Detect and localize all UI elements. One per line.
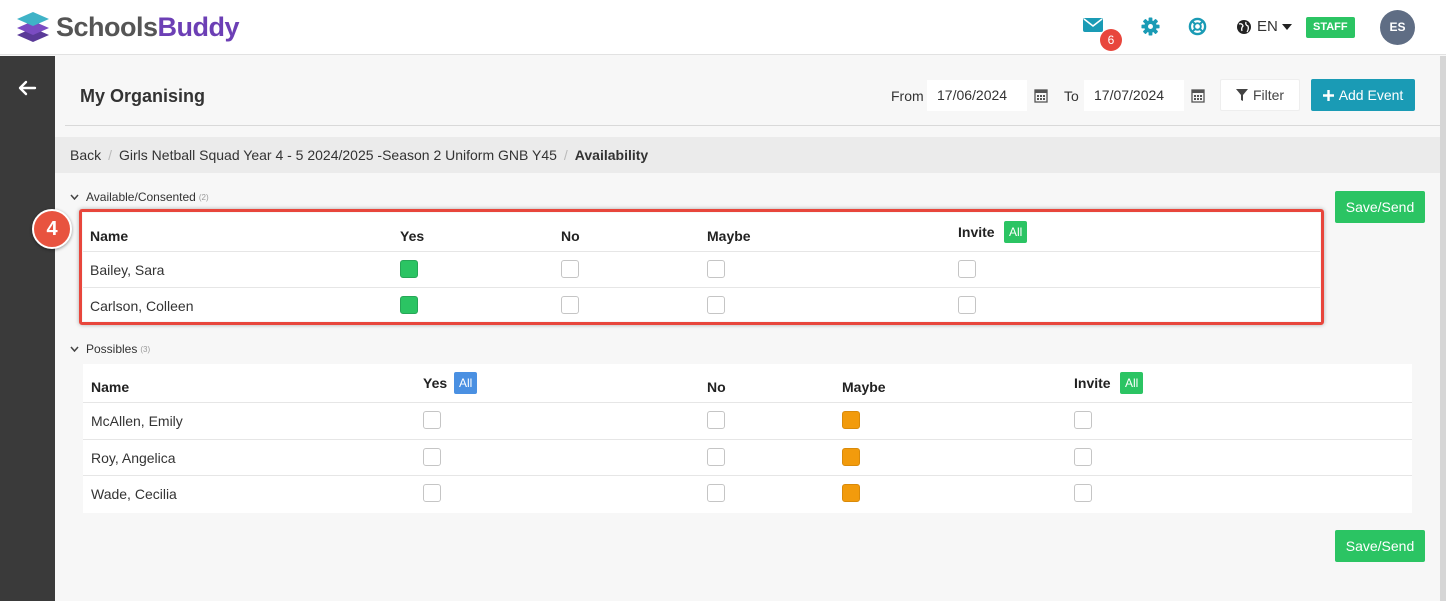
- to-date-input[interactable]: 17/07/2024: [1084, 80, 1184, 111]
- available-section-title: Available/Consented: [86, 190, 196, 204]
- table-row: Wade, Cecilia: [83, 475, 1412, 513]
- add-event-button[interactable]: Add Event: [1311, 79, 1415, 111]
- invite-checkbox[interactable]: [1074, 448, 1092, 466]
- add-event-label: Add Event: [1338, 87, 1404, 103]
- yes-checkbox[interactable]: [423, 448, 441, 466]
- chevron-down-icon: [70, 346, 79, 352]
- breadcrumb-separator: /: [108, 147, 113, 163]
- breadcrumb: Back / Girls Netball Squad Year 4 - 5 20…: [55, 137, 1440, 173]
- staff-badge: STAFF: [1306, 17, 1355, 38]
- schoolsbuddy-logo[interactable]: SchoolsBuddy: [15, 8, 240, 46]
- calendar-icon[interactable]: [1028, 80, 1054, 111]
- mail-icon[interactable]: [1083, 17, 1103, 37]
- yes-checkbox[interactable]: [423, 484, 441, 502]
- maybe-checkbox[interactable]: [842, 448, 860, 466]
- maybe-checkbox[interactable]: [842, 484, 860, 502]
- row-name: McAllen, Emily: [91, 413, 183, 429]
- scrollbar[interactable]: [1440, 56, 1446, 601]
- yes-all-button[interactable]: All: [454, 372, 478, 394]
- breadcrumb-separator: /: [563, 147, 568, 163]
- row-name: Wade, Cecilia: [91, 486, 177, 502]
- avatar[interactable]: ES: [1380, 10, 1415, 45]
- available-section-toggle[interactable]: Available/Consented (2): [70, 190, 209, 204]
- table-row: Roy, Angelica: [83, 439, 1412, 475]
- table-row: McAllen, Emily: [83, 402, 1412, 439]
- step-badge: 4: [32, 209, 72, 249]
- filter-button[interactable]: Filter: [1220, 79, 1300, 111]
- possibles-table: Name Yes All No Maybe Invite All McAllen…: [83, 364, 1412, 513]
- filter-icon: [1235, 89, 1248, 101]
- save-send-button[interactable]: Save/Send: [1335, 530, 1425, 562]
- available-count: (2): [198, 192, 209, 202]
- no-checkbox[interactable]: [707, 484, 725, 502]
- language-selector[interactable]: EN: [1236, 18, 1292, 35]
- row-name: Roy, Angelica: [91, 450, 176, 466]
- logo-text: SchoolsBuddy: [56, 11, 240, 42]
- invite-checkbox[interactable]: [1074, 484, 1092, 502]
- page-title: My Organising: [80, 86, 206, 106]
- invite-checkbox[interactable]: [1074, 411, 1092, 429]
- calendar-icon[interactable]: [1185, 80, 1211, 111]
- divider: [65, 125, 1440, 126]
- from-label: From: [891, 88, 924, 104]
- save-send-button[interactable]: Save/Send: [1335, 191, 1425, 223]
- from-date-input[interactable]: 17/06/2024: [927, 80, 1027, 111]
- column-header-yes: Yes: [423, 375, 448, 391]
- gear-icon[interactable]: [1141, 17, 1161, 37]
- no-checkbox[interactable]: [707, 448, 725, 466]
- lifebuoy-icon[interactable]: [1188, 17, 1208, 37]
- column-header-invite: Invite: [1074, 375, 1111, 391]
- back-arrow-icon[interactable]: [17, 80, 37, 99]
- logo-icon: [17, 12, 49, 42]
- globe-icon: [1237, 19, 1251, 34]
- yes-checkbox[interactable]: [423, 411, 441, 429]
- highlight-box: [79, 209, 1324, 325]
- possibles-count: (3): [140, 344, 151, 354]
- filter-label: Filter: [1252, 87, 1285, 103]
- breadcrumb-event[interactable]: Girls Netball Squad Year 4 - 5 2024/2025…: [119, 147, 557, 163]
- maybe-checkbox[interactable]: [842, 411, 860, 429]
- top-bar: SchoolsBuddy 6 EN STAFF ES: [0, 0, 1446, 55]
- to-label: To: [1064, 88, 1079, 104]
- column-header-maybe: Maybe: [842, 379, 886, 395]
- invite-all-button[interactable]: All: [1120, 372, 1144, 394]
- plus-icon: [1322, 89, 1334, 101]
- possibles-section-title: Possibles: [86, 342, 138, 356]
- sidebar: [0, 56, 55, 601]
- breadcrumb-back[interactable]: Back: [70, 147, 101, 163]
- no-checkbox[interactable]: [707, 411, 725, 429]
- language-label: EN: [1257, 18, 1278, 35]
- mail-count-badge: 6: [1100, 29, 1122, 51]
- caret-down-icon: [1281, 23, 1292, 30]
- possibles-section-toggle[interactable]: Possibles (3): [70, 342, 150, 356]
- column-header-no: No: [707, 379, 726, 395]
- column-header-name: Name: [91, 379, 130, 395]
- breadcrumb-current: Availability: [574, 147, 649, 163]
- chevron-down-icon: [70, 194, 79, 200]
